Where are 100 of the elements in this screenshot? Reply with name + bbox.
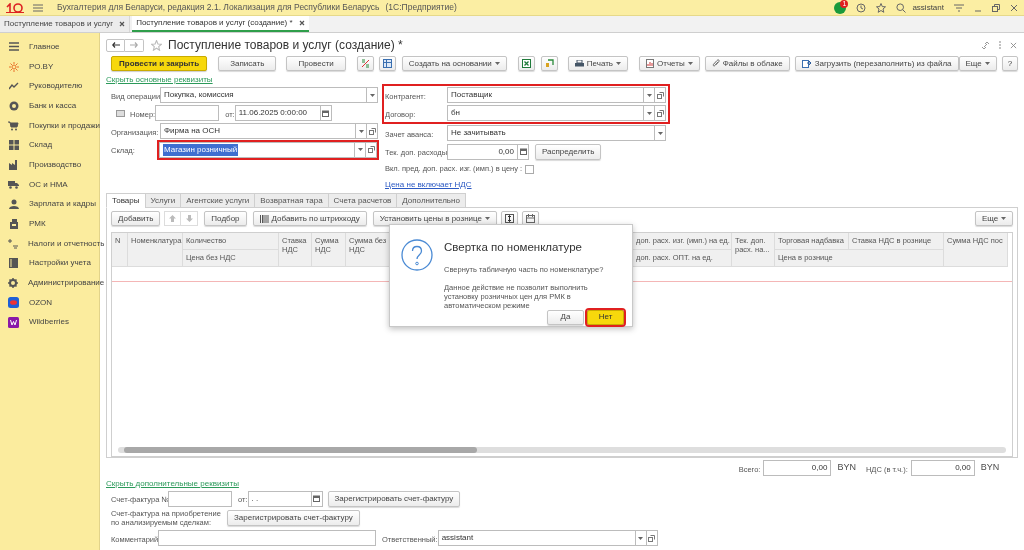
section-tab[interactable]: Агентские услуги [180, 193, 256, 208]
dropdown-button[interactable] [644, 87, 655, 103]
input-field[interactable]: Покупка, комиссия [160, 87, 367, 103]
dropdown-button[interactable] [367, 87, 378, 103]
sidebar-item[interactable]: РМК [29, 218, 46, 231]
dialog-title: Свертка по номенклатуре [444, 240, 583, 255]
toolbar-button[interactable]: Записать [218, 56, 277, 71]
calendar-button[interactable] [311, 490, 323, 507]
hide-details-link[interactable]: Скрыть основные реквизиты [106, 73, 213, 86]
dropdown-button[interactable] [635, 530, 647, 546]
calendar-button[interactable] [320, 105, 332, 121]
back-button[interactable] [106, 38, 125, 52]
person-icon [8, 199, 19, 210]
toolbar-button[interactable] [378, 56, 396, 71]
window-tab[interactable]: Поступление товаров и услуг (создание) * [132, 16, 309, 32]
vat-link[interactable]: Цена не включает НДС [385, 178, 472, 191]
horizontal-scrollbar[interactable] [118, 447, 1007, 453]
window-tab[interactable]: Поступление товаров и услуг [0, 16, 131, 32]
post-close-button[interactable]: Провести и закрыть [111, 56, 208, 71]
toolbar-button[interactable] [356, 56, 374, 71]
sidebar-item[interactable]: Покупки и продажи [29, 119, 100, 132]
restore-icon[interactable] [992, 3, 1000, 12]
close-icon[interactable] [298, 20, 305, 26]
sidebar-item[interactable]: Производство [29, 158, 82, 171]
toolbar-button[interactable]: Файлы в облаке [704, 56, 790, 71]
dropdown-button[interactable] [655, 125, 666, 141]
input-field[interactable]: бн [447, 105, 644, 121]
dialog-button[interactable]: Нет [587, 309, 624, 325]
more-button[interactable]: Еще [974, 211, 1014, 226]
open-button[interactable] [366, 141, 377, 158]
sidebar-item[interactable]: Администрирование [28, 277, 105, 290]
toolbar-button[interactable]: Провести [286, 56, 346, 71]
question-icon [401, 239, 433, 271]
register-invoice-button[interactable]: Зарегистрировать счет-фактуру [327, 490, 461, 507]
section-tab[interactable]: Возвратная тара [254, 193, 329, 208]
checkbox[interactable] [525, 164, 535, 174]
input-field[interactable] [168, 490, 232, 507]
currency-label: BYN [980, 461, 1000, 475]
more-button[interactable]: Еще [958, 56, 997, 71]
table-tool-button[interactable]: Добавить [111, 211, 161, 226]
star-icon[interactable] [876, 2, 887, 13]
input-field[interactable]: Не зачитывать [447, 125, 655, 141]
history-icon[interactable] [856, 2, 867, 13]
printer-icon [574, 59, 584, 68]
open-button[interactable] [655, 105, 666, 121]
sidebar-item[interactable]: РО.BY [29, 60, 54, 73]
sidebar-item[interactable]: Склад [29, 139, 53, 152]
toolbar-button[interactable]: Загрузить (перезаполнить) из файла [794, 56, 959, 71]
open-button[interactable] [655, 87, 666, 103]
toolbar-button[interactable] [517, 56, 535, 71]
sidebar-item[interactable]: Руководителю [29, 80, 83, 93]
table-tool-button[interactable]: Добавить по штрихкоду [252, 211, 367, 226]
open-button[interactable] [646, 530, 658, 546]
input-field[interactable] [158, 530, 376, 546]
caret-icon [657, 131, 663, 135]
input-field[interactable] [155, 105, 220, 121]
dialog-button[interactable]: Да [547, 309, 584, 325]
register-invoice-button[interactable]: Зарегистрировать счет-фактуру [227, 510, 360, 526]
dropdown-button[interactable] [644, 105, 655, 121]
input-field[interactable]: 0,00 [910, 460, 975, 476]
dropdown-button[interactable] [356, 123, 367, 139]
sidebar-item[interactable]: Банк и касса [29, 99, 77, 112]
help-button[interactable]: ? [1001, 56, 1019, 71]
sidebar-item[interactable]: Настройки учета [29, 257, 91, 270]
close-icon[interactable] [1010, 3, 1018, 12]
input-field[interactable]: Фирма на ОСН [160, 123, 356, 139]
input-field[interactable]: Магазин розничный [159, 141, 355, 158]
section-tab[interactable]: Дополнительно [396, 193, 466, 208]
sidebar-item[interactable]: Зарплата и кадры [29, 198, 96, 211]
sidebar-item[interactable]: ОС и НМА [29, 178, 68, 191]
input-field[interactable]: Поставщик [447, 87, 644, 103]
input-field[interactable]: . . [247, 490, 312, 507]
distribute-button[interactable]: Распределить [535, 143, 602, 160]
open-icon [656, 91, 664, 99]
sidebar-item[interactable]: Главное [29, 40, 60, 53]
hide-details-link[interactable]: Скрыть дополнительные реквизиты [106, 478, 239, 490]
toolbar-button[interactable]: Печать [567, 56, 628, 71]
input-field[interactable]: assistant [437, 530, 636, 546]
search-icon[interactable] [896, 2, 907, 13]
table-tool-button[interactable]: Подбор [204, 211, 247, 226]
toolbar-button[interactable] [540, 56, 558, 71]
star-icon[interactable] [151, 39, 162, 51]
caret-icon [638, 536, 644, 540]
link-icon[interactable] [981, 40, 991, 50]
section-tab[interactable]: Товары [106, 193, 146, 208]
input-field[interactable]: 0,00 [763, 460, 832, 476]
user-name[interactable]: assistant [912, 1, 944, 14]
calendar-button[interactable] [518, 143, 529, 160]
gear-icon [8, 278, 18, 289]
open-button[interactable] [367, 123, 378, 139]
sidebar-item[interactable]: OZON [29, 296, 53, 309]
input-field[interactable]: 11.06.2025 0:00:00 [234, 105, 321, 121]
sidebar-item[interactable]: Wildberries [29, 316, 69, 329]
section-tab[interactable]: Счета расчетов [327, 193, 398, 208]
toolbar-button[interactable]: Создать на основании [401, 56, 507, 71]
dropdown-button[interactable] [355, 141, 366, 158]
close-icon[interactable] [119, 21, 126, 27]
toolbar-button[interactable]: Отчеты [639, 56, 700, 71]
sidebar-item[interactable]: Налоги и отчетность [28, 237, 105, 250]
input-field[interactable]: 0,00 [447, 143, 518, 160]
